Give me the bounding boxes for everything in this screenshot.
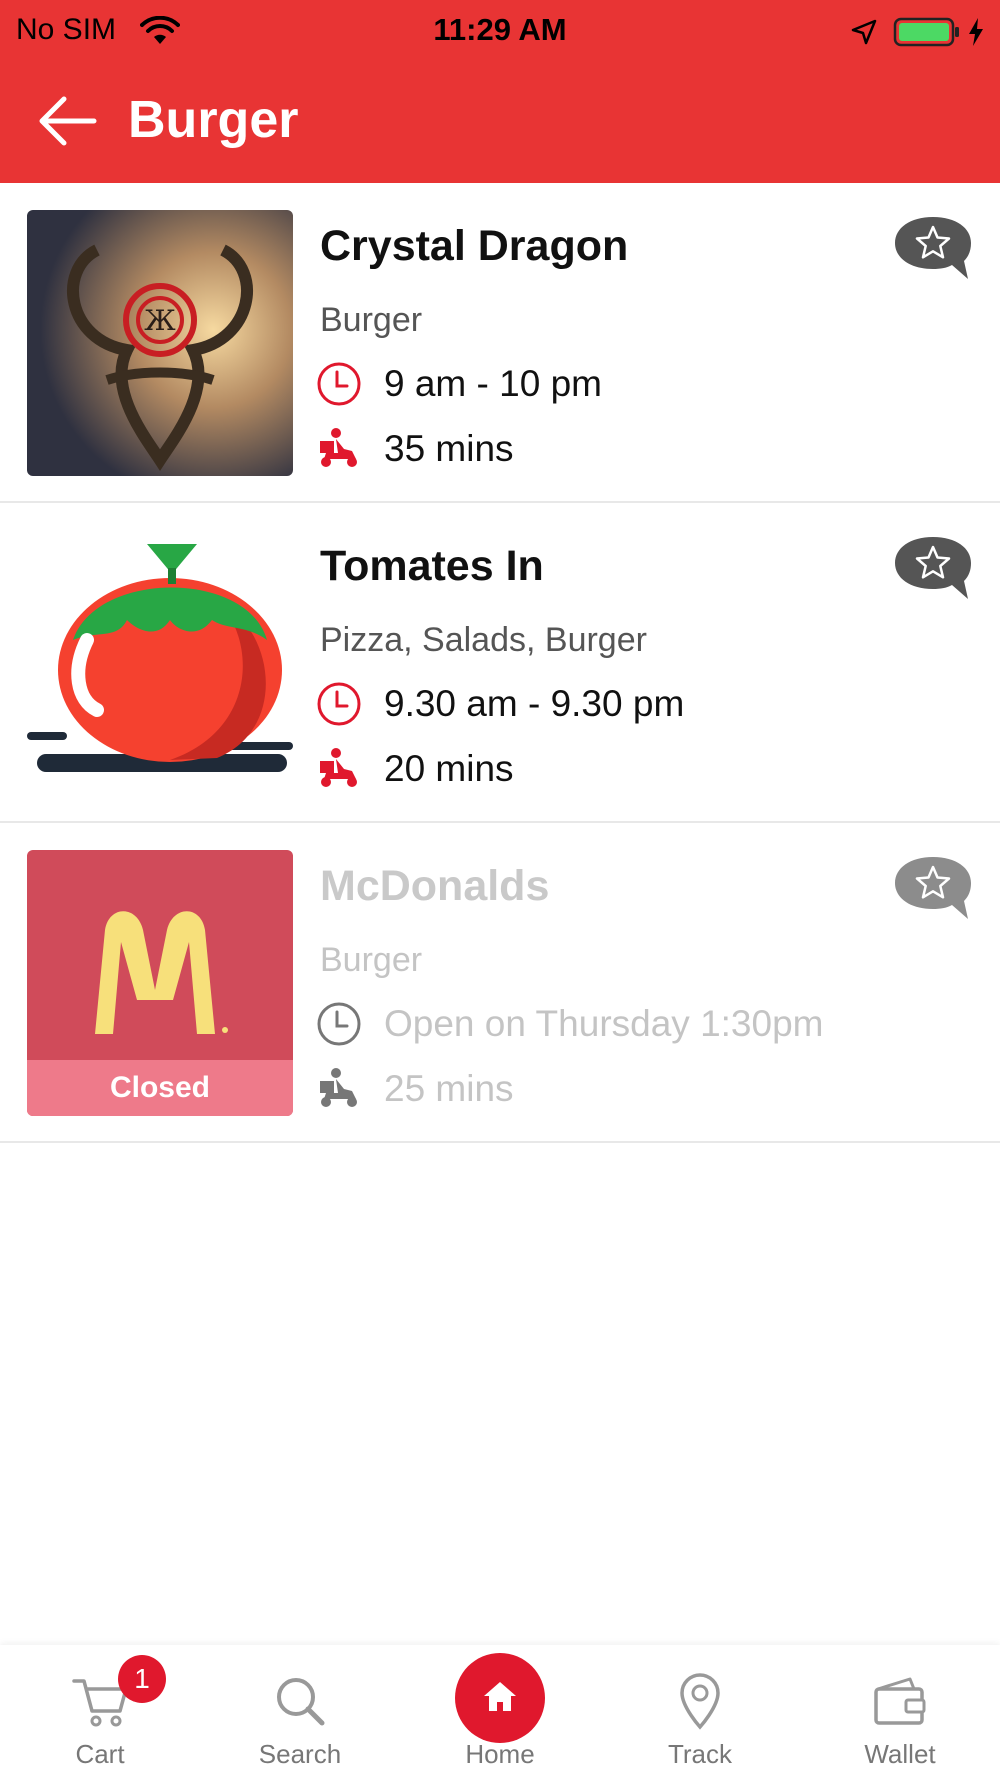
opening-hours: Open on Thursday 1:30pm xyxy=(384,1003,824,1044)
delivery-scooter-icon xyxy=(320,748,357,787)
battery-icon xyxy=(893,17,959,47)
opening-hours: 9.30 am - 9.30 pm xyxy=(384,683,685,724)
restaurant-name: Tomates In xyxy=(320,542,544,590)
status-bar: No SIM 11:29 AM xyxy=(0,10,1000,50)
delivery-scooter-icon xyxy=(320,1068,357,1107)
wallet-icon xyxy=(874,1677,926,1725)
restaurant-card[interactable]: Ж Crystal Dragon Burger 9 am - 10 pm 35 … xyxy=(0,183,1000,503)
clock-icon xyxy=(317,682,361,726)
tab-label-wallet: Wallet xyxy=(864,1739,936,1769)
bottom-tab-bar: 1 Cart Search Home Track Wallet xyxy=(0,1645,1000,1778)
tab-label-cart: Cart xyxy=(75,1739,125,1769)
tab-wallet[interactable]: Wallet xyxy=(800,1645,1000,1778)
favorite-star-button[interactable] xyxy=(892,533,974,605)
search-icon xyxy=(277,1678,325,1726)
tab-label-search: Search xyxy=(258,1739,342,1769)
restaurant-card[interactable]: Tomates In Pizza, Salads, Burger 9.30 am… xyxy=(0,503,1000,823)
restaurant-image-crystal-dragon: Ж xyxy=(27,210,293,476)
page-title: Burger xyxy=(128,91,299,149)
back-arrow-icon[interactable] xyxy=(38,93,98,149)
home-button[interactable] xyxy=(455,1653,545,1743)
tab-home[interactable]: Home xyxy=(400,1645,600,1778)
tab-track[interactable]: Track xyxy=(600,1645,800,1778)
closed-label: Closed xyxy=(27,1060,293,1116)
favorite-star-button[interactable] xyxy=(892,853,974,925)
clock-icon xyxy=(317,1002,361,1046)
restaurant-name: McDonalds xyxy=(320,862,550,910)
charging-bolt-icon xyxy=(969,18,983,46)
opening-hours: 9 am - 10 pm xyxy=(384,363,602,404)
tab-search[interactable]: Search xyxy=(200,1645,400,1778)
restaurant-list: Ж Crystal Dragon Burger 9 am - 10 pm 35 … xyxy=(0,183,1000,1143)
location-arrow-icon xyxy=(851,19,877,45)
restaurant-cuisine: Burger xyxy=(320,941,423,979)
delivery-time: 20 mins xyxy=(384,748,514,789)
app-header: No SIM 11:29 AM Burger xyxy=(0,0,1000,183)
delivery-scooter-icon xyxy=(320,428,357,467)
restaurant-image-tomates-in xyxy=(27,530,293,796)
restaurant-name: Crystal Dragon xyxy=(320,222,629,270)
svg-text:Ж: Ж xyxy=(144,304,176,337)
restaurant-cuisine: Burger xyxy=(320,301,423,339)
tab-label-track: Track xyxy=(667,1739,733,1769)
delivery-time: 25 mins xyxy=(384,1068,514,1109)
cart-badge: 1 xyxy=(118,1655,166,1703)
location-pin-icon xyxy=(680,1673,720,1730)
delivery-time: 35 mins xyxy=(384,428,514,469)
restaurant-cuisine: Pizza, Salads, Burger xyxy=(320,621,647,659)
home-icon xyxy=(484,1682,516,1711)
favorite-star-button[interactable] xyxy=(892,213,974,285)
restaurant-image-mcdonalds: Closed xyxy=(27,850,293,1116)
clock-icon xyxy=(317,362,361,406)
restaurant-card[interactable]: Closed McDonalds Burger Open on Thursday… xyxy=(0,823,1000,1143)
tab-label-home: Home xyxy=(465,1739,535,1769)
tab-cart[interactable]: 1 Cart xyxy=(0,1645,200,1778)
